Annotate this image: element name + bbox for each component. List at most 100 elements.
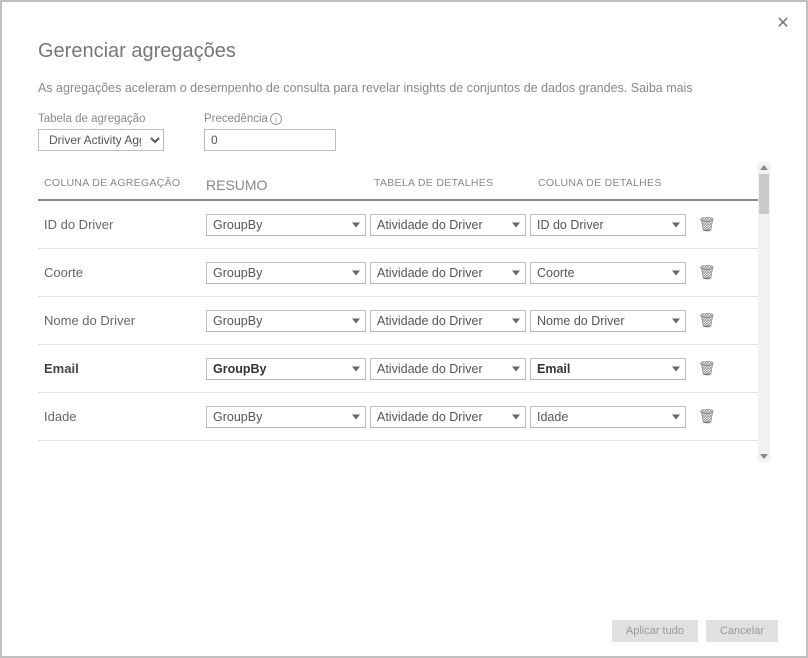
summary-select-cell: GroupBy — [206, 262, 366, 284]
header-agg-column: COLUNA DE AGREGAÇÃO — [38, 177, 206, 193]
detail-table-select[interactable]: Atividade do Driver — [370, 406, 526, 428]
chevron-down-icon — [352, 366, 360, 371]
dialog-footer: Aplicar tudo Cancelar — [612, 620, 778, 642]
detail-column-select[interactable]: Coorte — [530, 262, 686, 284]
summary-select-cell: GroupBy — [206, 406, 366, 428]
chevron-down-icon — [512, 222, 520, 227]
trash-icon[interactable]: 🗑 — [698, 264, 714, 281]
summary-select-cell: GroupBy — [206, 214, 366, 236]
chevron-down-icon — [672, 318, 680, 323]
chevron-down-icon — [672, 222, 680, 227]
table-row: Idade GroupBy Atividade do Driver Idade 🗑 — [38, 393, 770, 441]
summary-select-value: GroupBy — [213, 410, 262, 424]
scroll-down-icon[interactable] — [760, 454, 768, 459]
detail-table-select[interactable]: Atividade do Driver — [370, 214, 526, 236]
detail-column-select-cell: Coorte — [530, 262, 686, 284]
detail-column-select-cell: ID do Driver — [530, 214, 686, 236]
detail-column-select[interactable]: Idade — [530, 406, 686, 428]
precedence-field: Precedênciai — [204, 113, 336, 151]
agg-column-name: Idade — [38, 409, 202, 424]
chevron-down-icon — [352, 222, 360, 227]
chevron-down-icon — [352, 414, 360, 419]
chevron-down-icon — [672, 414, 680, 419]
trash-icon[interactable]: 🗑 — [698, 360, 714, 377]
subtitle-text: As agregações aceleram o desempenho de c… — [38, 81, 631, 95]
info-icon[interactable]: i — [270, 113, 282, 125]
agg-table-select[interactable]: Driver Activity Agg — [38, 129, 164, 151]
trash-icon[interactable]: 🗑 — [698, 408, 714, 425]
summary-select-value: GroupBy — [213, 218, 262, 232]
dialog-subtitle: As agregações aceleram o desempenho de c… — [38, 81, 770, 95]
detail-table-select-value: Atividade do Driver — [377, 314, 483, 328]
precedence-input[interactable] — [204, 129, 336, 151]
detail-table-select[interactable]: Atividade do Driver — [370, 358, 526, 380]
detail-table-select-value: Atividade do Driver — [377, 218, 483, 232]
manage-aggregations-dialog: ✕ Gerenciar agregações As agregações ace… — [2, 2, 806, 656]
apply-all-button[interactable]: Aplicar tudo — [612, 620, 698, 642]
detail-table-select[interactable]: Atividade do Driver — [370, 310, 526, 332]
precedence-label: Precedênciai — [204, 113, 336, 125]
scroll-thumb[interactable] — [759, 174, 769, 214]
agg-table-field: Tabela de agregação Driver Activity Agg — [38, 113, 164, 151]
chevron-down-icon — [512, 414, 520, 419]
chevron-down-icon — [672, 366, 680, 371]
summary-select-cell: GroupBy — [206, 358, 366, 380]
chevron-down-icon — [512, 318, 520, 323]
detail-column-select-cell: Nome do Driver — [530, 310, 686, 332]
detail-table-select-cell: Atividade do Driver — [370, 406, 526, 428]
detail-column-select[interactable]: Nome do Driver — [530, 310, 686, 332]
summary-select-value: GroupBy — [213, 266, 262, 280]
header-detail-table: TABELA DE DETALHES — [374, 177, 538, 193]
scroll-up-icon[interactable] — [760, 165, 768, 170]
table-row: Email GroupBy Atividade do Driver Email 🗑 — [38, 345, 770, 393]
detail-column-select-cell: Idade — [530, 406, 686, 428]
agg-column-name: Email — [38, 361, 202, 376]
summary-select[interactable]: GroupBy — [206, 358, 366, 380]
chevron-down-icon — [352, 270, 360, 275]
summary-select-cell: GroupBy — [206, 310, 366, 332]
detail-column-select-value: Idade — [537, 410, 568, 424]
rows-container: ID do Driver GroupBy Atividade do Driver ID… — [38, 201, 770, 441]
detail-column-select[interactable]: ID do Driver — [530, 214, 686, 236]
summary-select[interactable]: GroupBy — [206, 214, 366, 236]
summary-select-value: GroupBy — [213, 314, 262, 328]
summary-select[interactable]: GroupBy — [206, 406, 366, 428]
header-summary: RESUMO — [206, 177, 374, 193]
detail-table-select-value: Atividade do Driver — [377, 266, 483, 280]
detail-table-select-cell: Atividade do Driver — [370, 214, 526, 236]
summary-select-value: GroupBy — [213, 362, 266, 376]
column-headers: COLUNA DE AGREGAÇÃO RESUMO TABELA DE DET… — [38, 177, 770, 193]
summary-select[interactable]: GroupBy — [206, 310, 366, 332]
detail-table-select-value: Atividade do Driver — [377, 362, 483, 376]
table-row: Nome do Driver GroupBy Atividade do Driver… — [38, 297, 770, 345]
detail-table-select[interactable]: Atividade do Driver — [370, 262, 526, 284]
detail-column-select-value: Nome do Driver — [537, 314, 625, 328]
cancel-button[interactable]: Cancelar — [706, 620, 778, 642]
detail-column-select-cell: Email — [530, 358, 686, 380]
detail-column-select-value: ID do Driver — [537, 218, 604, 232]
trash-icon[interactable]: 🗑 — [698, 312, 714, 329]
detail-column-select-value: Coorte — [537, 266, 575, 280]
detail-table-select-value: Atividade do Driver — [377, 410, 483, 424]
detail-table-select-cell: Atividade do Driver — [370, 310, 526, 332]
agg-column-name: ID do Driver — [38, 217, 202, 232]
detail-column-select-value: Email — [537, 362, 570, 376]
trash-icon[interactable]: 🗑 — [698, 216, 714, 233]
aggregation-grid: COLUNA DE AGREGAÇÃO RESUMO TABELA DE DET… — [38, 199, 770, 441]
chevron-down-icon — [352, 318, 360, 323]
top-fields: Tabela de agregação Driver Activity Agg … — [38, 113, 770, 151]
agg-table-label: Tabela de agregação — [38, 113, 164, 125]
precedence-label-text: Precedência — [204, 113, 268, 125]
scrollbar[interactable] — [758, 162, 770, 462]
dialog-title: Gerenciar agregações — [38, 40, 770, 63]
close-icon[interactable]: ✕ — [774, 16, 792, 34]
chevron-down-icon — [512, 270, 520, 275]
chevron-down-icon — [672, 270, 680, 275]
summary-select[interactable]: GroupBy — [206, 262, 366, 284]
detail-column-select[interactable]: Email — [530, 358, 686, 380]
agg-column-name: Coorte — [38, 265, 202, 280]
learn-more-link[interactable]: Saiba mais — [631, 81, 693, 95]
agg-column-name: Nome do Driver — [38, 313, 202, 328]
detail-table-select-cell: Atividade do Driver — [370, 262, 526, 284]
chevron-down-icon — [512, 366, 520, 371]
